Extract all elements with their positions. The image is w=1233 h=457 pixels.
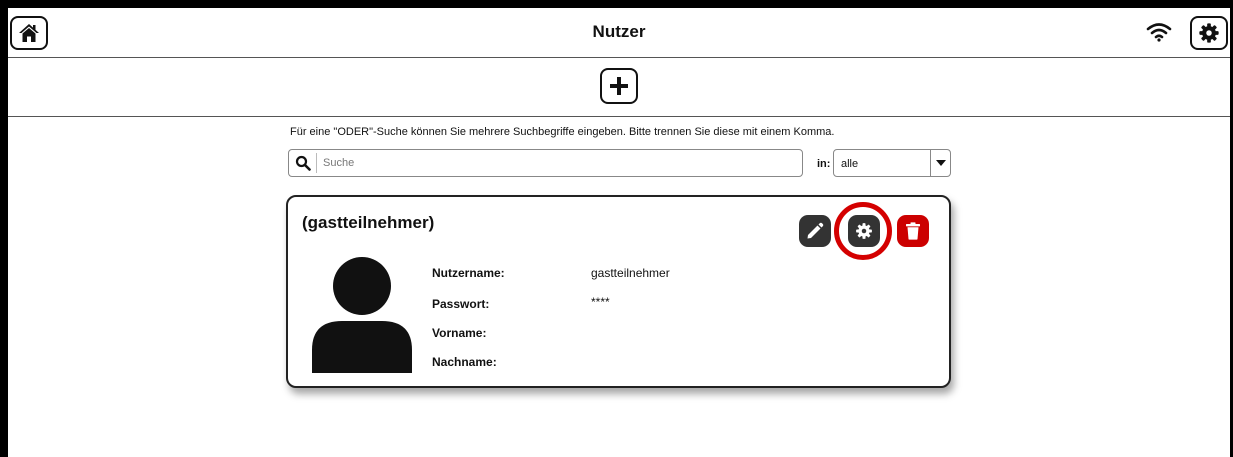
password-label: Passwort: [432, 297, 490, 311]
edit-user-button[interactable] [799, 215, 831, 247]
highlight-circle [834, 202, 892, 260]
plus-icon [610, 77, 628, 95]
search-field [288, 149, 803, 177]
app-window: Nutzer Für eine "ODER"-Suche können Sie … [8, 8, 1230, 457]
search-hint: Für eine "ODER"-Suche können Sie mehrere… [290, 126, 835, 138]
search-divider [316, 153, 317, 173]
username-value: gastteilnehmer [591, 266, 670, 280]
lastname-label: Nachname: [432, 355, 497, 369]
delete-user-button[interactable] [897, 215, 929, 247]
wifi-icon [1146, 23, 1172, 42]
search-scope-label: in: [817, 158, 831, 170]
select-arrow[interactable] [930, 150, 950, 176]
trash-icon [906, 222, 920, 240]
top-bar: Nutzer [8, 8, 1230, 58]
user-card: (gastteilnehmer) Nutzername: gastteilneh… [286, 195, 951, 388]
username-label: Nutzername: [432, 266, 505, 280]
search-icon [295, 155, 311, 171]
gear-icon [1199, 23, 1219, 43]
add-toolbar [8, 58, 1230, 117]
page-title: Nutzer [592, 22, 646, 41]
search-scope-value: alle [841, 158, 859, 170]
chevron-down-icon [935, 160, 946, 166]
pencil-icon [807, 222, 824, 239]
user-card-title: (gastteilnehmer) [302, 213, 435, 232]
add-user-button[interactable] [600, 68, 638, 104]
search-scope-select[interactable]: alle [833, 149, 951, 177]
search-input[interactable] [323, 154, 793, 172]
password-value: **** [591, 295, 610, 309]
settings-button[interactable] [1190, 16, 1228, 50]
user-avatar-icon [312, 257, 412, 373]
firstname-label: Vorname: [432, 326, 487, 340]
